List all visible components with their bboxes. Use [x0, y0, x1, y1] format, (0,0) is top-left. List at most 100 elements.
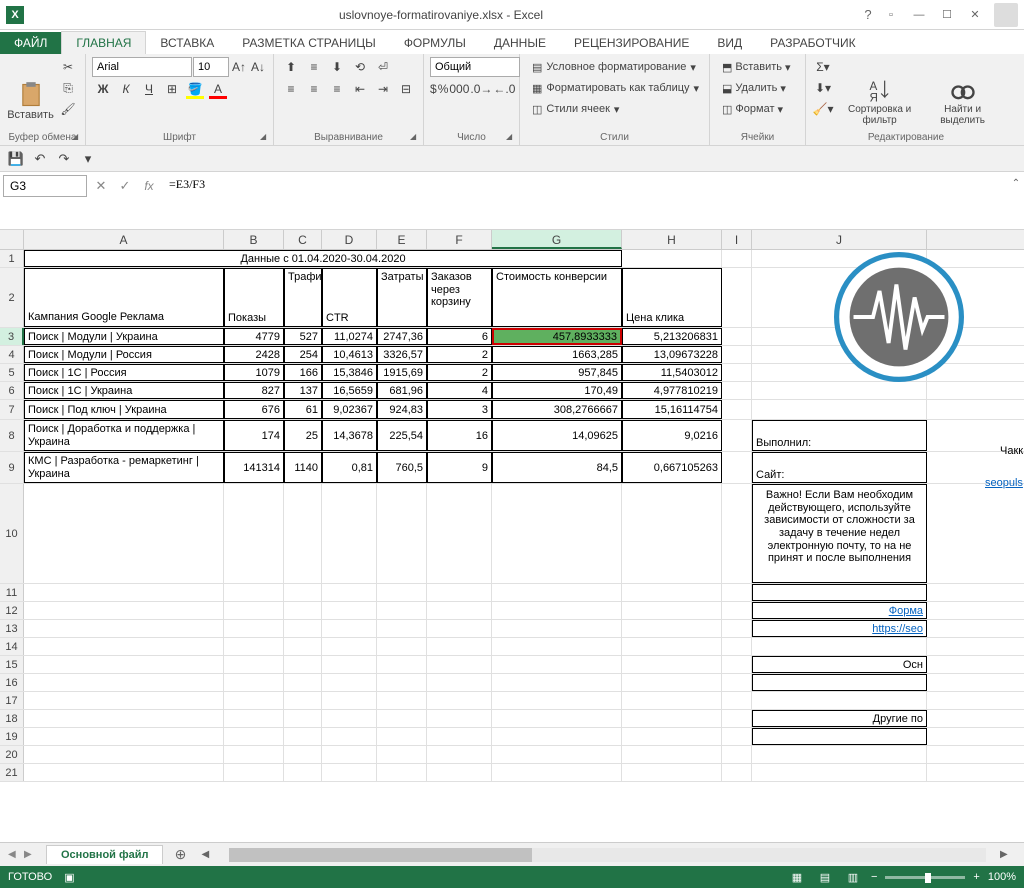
- cell[interactable]: [322, 584, 377, 601]
- cell[interactable]: 9,0216: [622, 420, 722, 451]
- cell[interactable]: [492, 484, 622, 583]
- col-header-c[interactable]: C: [284, 230, 322, 249]
- cell[interactable]: [377, 710, 427, 727]
- cell[interactable]: [284, 746, 322, 763]
- cell[interactable]: [377, 764, 427, 781]
- cell[interactable]: [427, 638, 492, 655]
- user-avatar[interactable]: [994, 3, 1018, 27]
- number-dialog-launcher[interactable]: ◢: [506, 132, 516, 142]
- cell[interactable]: [427, 764, 492, 781]
- cell[interactable]: [284, 638, 322, 655]
- cell[interactable]: [722, 328, 752, 345]
- font-size-input[interactable]: [193, 57, 229, 77]
- cut-button[interactable]: ✂: [57, 57, 79, 77]
- cell[interactable]: [224, 656, 284, 673]
- cell[interactable]: [492, 638, 622, 655]
- cell[interactable]: [284, 764, 322, 781]
- cell[interactable]: Поиск | 1С | Украина: [24, 382, 224, 399]
- cell[interactable]: [622, 746, 722, 763]
- cell[interactable]: 141314: [224, 452, 284, 483]
- cell[interactable]: [752, 674, 927, 691]
- cell[interactable]: [622, 710, 722, 727]
- cell[interactable]: Кампания Google Реклама: [24, 268, 224, 327]
- clear-button[interactable]: 🧹▾: [812, 99, 834, 119]
- row-header[interactable]: 8: [0, 420, 24, 451]
- row-header[interactable]: 2: [0, 268, 24, 327]
- cell[interactable]: Поиск | Доработка и поддержка | Украина: [24, 420, 224, 451]
- cell[interactable]: Другие по: [752, 710, 927, 727]
- cell[interactable]: [284, 674, 322, 691]
- cell[interactable]: Данные с 01.04.2020-30.04.2020: [24, 250, 622, 267]
- cell[interactable]: [284, 602, 322, 619]
- col-header-h[interactable]: H: [622, 230, 722, 249]
- insert-function-button[interactable]: fx: [138, 175, 160, 197]
- zoom-out-button[interactable]: −: [871, 871, 877, 883]
- sheet-tab[interactable]: Основной файл: [46, 845, 163, 864]
- cell[interactable]: Заказов через корзину: [427, 268, 492, 327]
- cell[interactable]: [622, 484, 722, 583]
- cell[interactable]: [722, 656, 752, 673]
- cell[interactable]: [622, 584, 722, 601]
- increase-font-button[interactable]: A↑: [230, 57, 248, 77]
- cell[interactable]: 2428: [224, 346, 284, 363]
- cell[interactable]: 1663,285: [492, 346, 622, 363]
- format-cells-button[interactable]: ◫Формат▾: [716, 99, 799, 119]
- cell[interactable]: 15,3846: [322, 364, 377, 381]
- view-page-break-button[interactable]: ▥: [843, 869, 863, 885]
- cell[interactable]: 5,213206831: [622, 328, 722, 345]
- cell[interactable]: [722, 602, 752, 619]
- cell[interactable]: [722, 584, 752, 601]
- percent-button[interactable]: %: [438, 79, 449, 99]
- cell[interactable]: [24, 484, 224, 583]
- cell[interactable]: [492, 656, 622, 673]
- wrap-text-button[interactable]: ⏎: [372, 57, 394, 77]
- tab-view[interactable]: ВИД: [703, 32, 756, 54]
- zoom-slider[interactable]: [885, 876, 965, 879]
- cell[interactable]: Сайт:: [752, 452, 927, 483]
- cell[interactable]: Форма: [752, 602, 927, 619]
- cell[interactable]: [722, 364, 752, 381]
- increase-decimal-button[interactable]: .0→: [470, 79, 492, 99]
- cell[interactable]: 3: [427, 400, 492, 419]
- cell[interactable]: [377, 692, 427, 709]
- decrease-font-button[interactable]: A↓: [249, 57, 267, 77]
- cell[interactable]: Важно! Если Вам необходим действующего, …: [752, 484, 927, 583]
- help-button[interactable]: ?: [858, 5, 878, 25]
- row-header[interactable]: 5: [0, 364, 24, 381]
- cell[interactable]: [24, 620, 224, 637]
- tab-formulas[interactable]: ФОРМУЛЫ: [390, 32, 480, 54]
- col-header-j[interactable]: J: [752, 230, 927, 249]
- save-button[interactable]: 💾: [6, 149, 26, 169]
- align-bottom-button[interactable]: ⬇: [326, 57, 348, 77]
- row-header[interactable]: 9: [0, 452, 24, 483]
- cell[interactable]: [722, 728, 752, 745]
- row-header[interactable]: 11: [0, 584, 24, 601]
- cell[interactable]: [284, 728, 322, 745]
- cell[interactable]: [722, 484, 752, 583]
- cell[interactable]: [24, 674, 224, 691]
- decrease-indent-button[interactable]: ⇤: [349, 79, 371, 99]
- cell[interactable]: [722, 710, 752, 727]
- col-header-b[interactable]: B: [224, 230, 284, 249]
- row-header[interactable]: 13: [0, 620, 24, 637]
- col-header-i[interactable]: I: [722, 230, 752, 249]
- row-header[interactable]: 14: [0, 638, 24, 655]
- cell[interactable]: [427, 584, 492, 601]
- zoom-level[interactable]: 100%: [988, 871, 1016, 883]
- cell[interactable]: Показы: [224, 268, 284, 327]
- tab-home[interactable]: ГЛАВНАЯ: [61, 31, 146, 54]
- underline-button[interactable]: Ч: [138, 79, 160, 99]
- cell[interactable]: 676: [224, 400, 284, 419]
- tab-data[interactable]: ДАННЫЕ: [480, 32, 560, 54]
- cell[interactable]: [427, 602, 492, 619]
- cell[interactable]: [492, 728, 622, 745]
- cell[interactable]: [224, 620, 284, 637]
- zoom-in-button[interactable]: +: [973, 871, 979, 883]
- font-name-input[interactable]: [92, 57, 192, 77]
- cell[interactable]: [752, 382, 927, 399]
- maximize-button[interactable]: ☐: [934, 5, 960, 25]
- font-color-button[interactable]: A: [207, 79, 229, 99]
- delete-cells-button[interactable]: ⬓Удалить▾: [716, 78, 799, 98]
- bold-button[interactable]: Ж: [92, 79, 114, 99]
- cell[interactable]: [377, 728, 427, 745]
